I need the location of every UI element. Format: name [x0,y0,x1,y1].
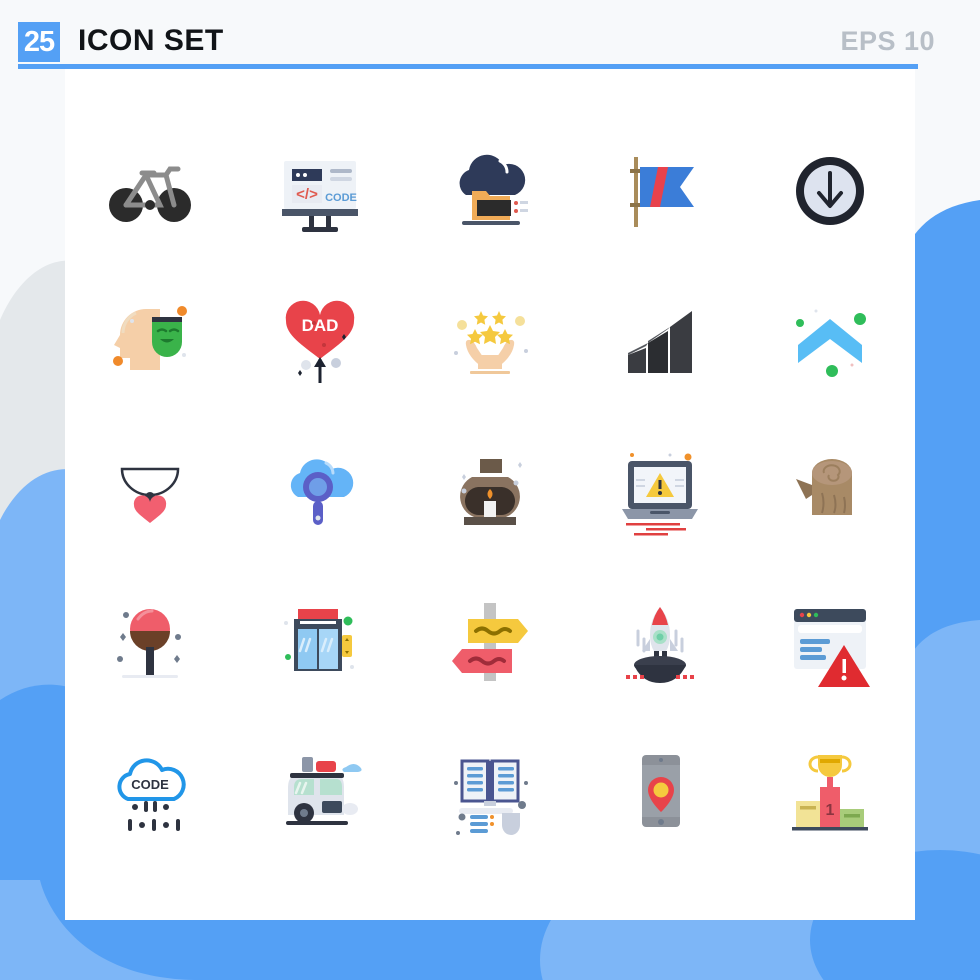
svg-text:DAD: DAD [302,316,339,335]
browser-error-icon[interactable] [745,566,915,716]
bar-chart-icon[interactable] [575,266,745,416]
download-circle-icon[interactable] [745,116,915,266]
icon-count-badge: 25 [18,22,60,62]
cloud-folder-icon[interactable] [405,116,575,266]
mobile-location-icon[interactable] [575,716,745,866]
svg-text:CODE: CODE [325,192,357,204]
dad-heart-icon[interactable]: DAD [235,266,405,416]
page-title: ICON SET [78,24,224,57]
book-data-icon[interactable] [405,716,575,866]
format-label: EPS 10 [840,26,935,56]
laptop-warning-icon[interactable] [575,416,745,566]
necklace-icon[interactable] [65,416,235,566]
lollipop-icon[interactable] [65,566,235,716]
rocket-launch-icon[interactable] [575,566,745,716]
podium-trophy-icon[interactable]: 1 [745,716,915,866]
camper-van-icon[interactable] [235,716,405,866]
cloud-search-icon[interactable] [235,416,405,566]
mind-mask-icon[interactable] [65,266,235,416]
svg-text:CODE: CODE [131,777,169,792]
svg-text:1: 1 [826,802,835,819]
candle-oven-icon[interactable] [405,416,575,566]
cloud-code-icon[interactable]: CODE [65,716,235,866]
chevron-up-icon[interactable] [745,266,915,416]
signpost-icon[interactable] [405,566,575,716]
elevator-icon[interactable] [235,566,405,716]
code-monitor-icon[interactable]: </> CODE [235,116,405,266]
tree-stump-icon[interactable] [745,416,915,566]
svg-text:</>: </> [296,186,318,203]
sheet-header: 25 ICON SET EPS 10 [0,0,980,69]
hands-stars-icon[interactable] [405,266,575,416]
bicycle-icon[interactable] [65,116,235,266]
icon-grid: </> CODE DAD CODE 1 [65,68,915,920]
flag-icon[interactable] [575,116,745,266]
